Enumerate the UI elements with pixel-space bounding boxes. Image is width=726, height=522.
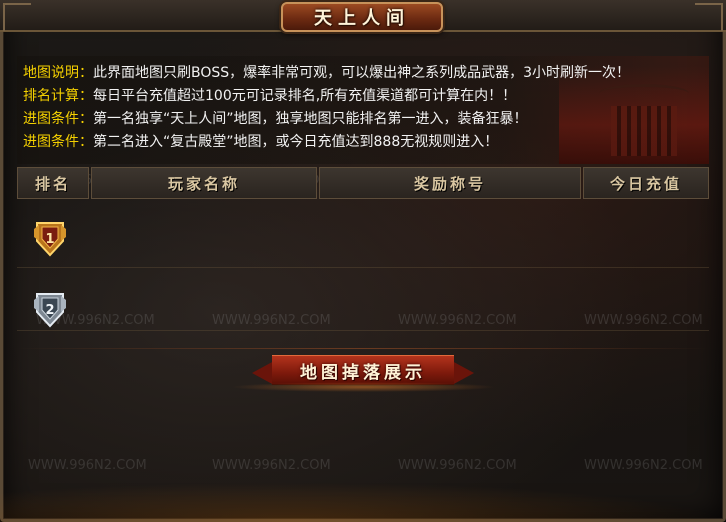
svg-text:2: 2 [45, 303, 54, 318]
info-line-entry-condition-1: 进图条件：第一名独享“天上人间”地图，独享地图只能排名第一进入，装备狂暴！ [23, 109, 528, 129]
corner-ornament [695, 3, 723, 31]
watermark: WWW.996N2.COM [398, 458, 517, 473]
ribbon-body: 地图掉落展示 [272, 355, 454, 385]
section-divider [17, 348, 709, 349]
ranking-row: 2 [17, 268, 709, 331]
column-header-player-name: 玩家名称 [91, 167, 317, 199]
svg-text:1: 1 [45, 232, 54, 247]
rank-2-silver-medal-icon: 2 [34, 293, 66, 328]
column-header-reward-title: 奖励称号 [319, 167, 581, 199]
column-header-today-recharge: 今日充值 [583, 167, 709, 199]
info-key: 排名计算： [23, 88, 93, 104]
map-info-panel: 地图说明：此界面地图只刷BOSS，爆率非常可观，可以爆出神之系列成品武器，3小时… [17, 56, 709, 164]
map-drops-title: 地图掉落展示 [300, 362, 426, 383]
info-line-entry-condition-2: 进图条件：第二名进入“复古殿堂”地图，或今日充值达到888无视规则进入！ [23, 132, 498, 152]
info-line-map-description: 地图说明：此界面地图只刷BOSS，爆率非常可观，可以爆出神之系列成品武器，3小时… [23, 63, 630, 83]
info-line-ranking: 排名计算：每日平台充值超过100元可记录排名,所有充值渠道都可计算在内！！ [23, 86, 516, 106]
panel-title-plate: 天上人间 [281, 2, 443, 32]
panel-title: 天上人间 [314, 8, 410, 29]
watermark: WWW.996N2.COM [28, 458, 147, 473]
watermark: WWW.996N2.COM [212, 458, 331, 473]
rank-1-gold-medal-icon: 1 [34, 222, 66, 257]
info-value: 此界面地图只刷BOSS，爆率非常可观，可以爆出神之系列成品武器，3小时刷新一次！ [93, 65, 631, 81]
watermark: WWW.996N2.COM [584, 458, 703, 473]
info-value: 第二名进入“复古殿堂”地图，或今日充值达到888无视规则进入！ [93, 134, 499, 150]
column-header-rank: 排名 [17, 167, 89, 199]
ranking-table-header: 排名 玩家名称 奖励称号 今日充值 [17, 167, 709, 201]
corner-ornament [3, 3, 31, 31]
ranking-row: 1 [17, 205, 709, 268]
banner-glow [230, 382, 496, 392]
info-key: 进图条件： [23, 134, 93, 150]
info-key: 地图说明： [23, 65, 93, 81]
info-value: 每日平台充值超过100元可记录排名,所有充值渠道都可计算在内！！ [93, 88, 517, 104]
bottom-glow [0, 482, 726, 522]
info-key: 进图条件： [23, 111, 93, 127]
info-value: 第一名独享“天上人间”地图，独享地图只能排名第一进入，装备狂暴！ [93, 111, 528, 127]
